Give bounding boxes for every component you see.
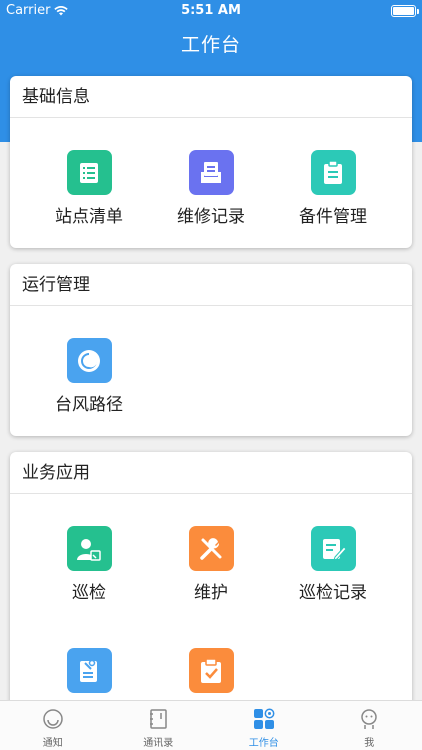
grid-item-inspection[interactable]: 巡检 bbox=[22, 526, 156, 603]
notification-face-icon bbox=[43, 709, 63, 729]
section-title: 基础信息 bbox=[10, 76, 412, 118]
battery-icon bbox=[391, 5, 419, 17]
grid-item-label: 备件管理 bbox=[299, 207, 367, 227]
list-icon bbox=[66, 150, 112, 195]
status-bar: Carrier 5:51 AM bbox=[0, 0, 422, 22]
tab-notifications[interactable]: 通知 bbox=[0, 701, 106, 750]
profile-icon bbox=[361, 709, 377, 729]
workbench-grid-icon bbox=[253, 708, 275, 729]
grid-item-checklist[interactable] bbox=[144, 648, 278, 700]
grid-item-maintenance[interactable]: 维护 bbox=[144, 526, 278, 603]
tab-label: 我 bbox=[364, 738, 375, 749]
contacts-book-icon bbox=[150, 709, 167, 729]
grid-item-site-list[interactable]: 站点清单 bbox=[22, 150, 156, 227]
edit-record-icon bbox=[310, 526, 356, 571]
grid-item-inspection-record[interactable]: 巡检记录 bbox=[266, 526, 400, 603]
tab-contacts[interactable]: 通讯录 bbox=[106, 701, 212, 750]
grid-item-typhoon-path[interactable]: 台风路径 bbox=[22, 338, 156, 415]
grid-item-label: 站点清单 bbox=[55, 207, 123, 227]
tab-workbench[interactable]: 工作台 bbox=[211, 701, 317, 750]
tab-me[interactable]: 我 bbox=[317, 701, 422, 750]
grid-item-maintenance-doc[interactable] bbox=[22, 648, 156, 700]
repair-record-icon bbox=[188, 150, 234, 195]
status-time: 5:51 AM bbox=[181, 3, 241, 18]
tools-icon bbox=[188, 526, 234, 571]
grid-item-repair-record[interactable]: 维修记录 bbox=[144, 150, 278, 227]
checklist-icon bbox=[188, 648, 234, 693]
grid-item-label: 维护 bbox=[194, 583, 228, 603]
maintenance-doc-icon bbox=[66, 648, 112, 693]
page-title: 工作台 bbox=[180, 34, 241, 56]
clipboard-icon bbox=[310, 150, 356, 195]
tab-label: 工作台 bbox=[248, 738, 279, 749]
grid-item-label: 台风路径 bbox=[55, 395, 123, 415]
section-operations: 运行管理 台风路径 bbox=[10, 264, 412, 436]
section-basic-info: 基础信息 站点清单 维修记录 备件管理 bbox=[10, 76, 412, 248]
section-title: 业务应用 bbox=[10, 452, 412, 494]
grid-item-label: 维修记录 bbox=[177, 207, 245, 227]
tab-bar: 通知 通讯录 工作台 我 bbox=[0, 700, 422, 750]
typhoon-icon bbox=[66, 338, 112, 383]
grid-item-label: 巡检 bbox=[72, 583, 106, 603]
section-business-apps: 业务应用 巡检 维护 巡检记录 bbox=[10, 452, 412, 712]
grid-item-label: 巡检记录 bbox=[299, 583, 367, 603]
section-title: 运行管理 bbox=[10, 264, 412, 306]
tab-label: 通讯录 bbox=[143, 738, 174, 749]
tab-label: 通知 bbox=[42, 738, 63, 749]
grid-item-spare-parts[interactable]: 备件管理 bbox=[266, 150, 400, 227]
inspector-icon bbox=[66, 526, 112, 571]
